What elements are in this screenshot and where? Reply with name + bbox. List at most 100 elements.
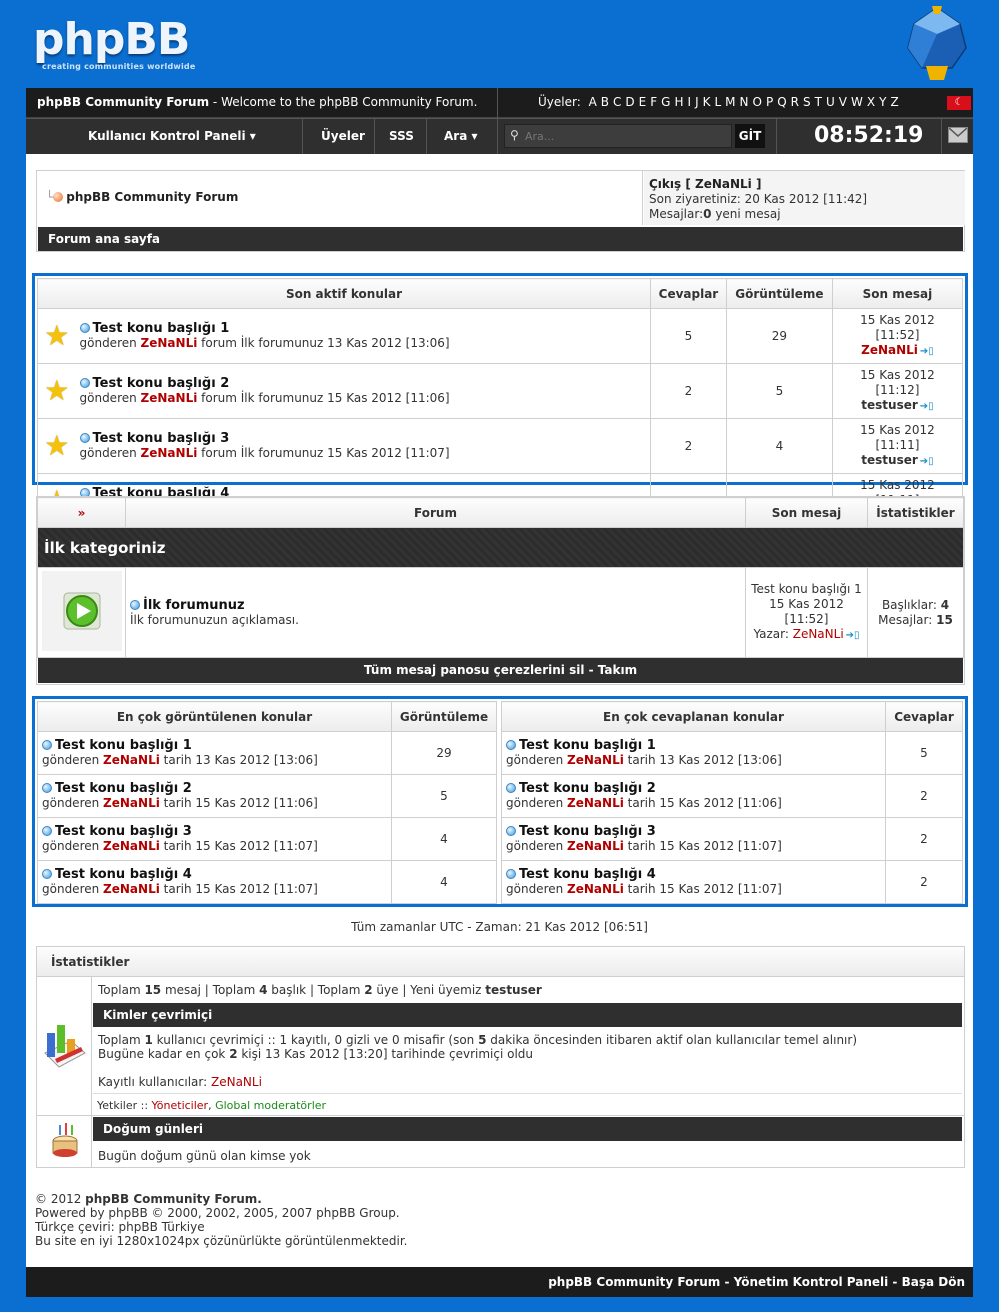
- member-letter-link[interactable]: T: [815, 95, 822, 109]
- forum-name-link[interactable]: İlk forumunuz: [143, 598, 245, 613]
- top-topic-by: gönderen: [506, 839, 568, 853]
- envelope-icon[interactable]: [948, 127, 968, 143]
- member-letter-link[interactable]: O: [753, 95, 762, 109]
- member-letter-link[interactable]: P: [766, 95, 773, 109]
- topic-status-icon: [79, 433, 90, 443]
- legend-admins-link[interactable]: Yöneticiler: [152, 1099, 209, 1112]
- member-letter-link[interactable]: Q: [777, 95, 786, 109]
- member-letter-link[interactable]: K: [703, 95, 711, 109]
- top-topic-author-link[interactable]: ZeNaNLi: [567, 753, 624, 767]
- footer-site-link[interactable]: phpBB Community Forum: [548, 1275, 720, 1289]
- newest-user-link[interactable]: testuser: [485, 983, 542, 997]
- top-topic-title-link[interactable]: Test konu başlığı 4: [519, 867, 656, 882]
- topic-info: Test konu başlığı 1 gönderen ZeNaNLi foru…: [75, 308, 651, 364]
- new-messages[interactable]: Mesajlar:0 yeni mesaj: [649, 207, 867, 222]
- top-topic-title-link[interactable]: Test konu başlığı 2: [55, 781, 192, 796]
- topic-replies: 2: [649, 363, 727, 419]
- topic-last-user-link[interactable]: testuser: [861, 398, 918, 412]
- top-topic-author-link[interactable]: ZeNaNLi: [103, 839, 160, 853]
- top-topic-title-link[interactable]: Test konu başlığı 1: [55, 738, 192, 753]
- legend-mods-link[interactable]: Global moderatörler: [215, 1099, 326, 1112]
- member-letter-link[interactable]: U: [826, 95, 835, 109]
- topic-title-link[interactable]: Test konu başlığı 2: [93, 376, 230, 391]
- member-letter-link[interactable]: Z: [890, 95, 898, 109]
- member-letter-link[interactable]: L: [714, 95, 721, 109]
- top-topic-info: Test konu başlığı 1 gönderen ZeNaNLi tari…: [37, 731, 392, 775]
- member-letter-link[interactable]: I: [688, 95, 692, 109]
- top-topic-title-link[interactable]: Test konu başlığı 4: [55, 867, 192, 882]
- goto-last-post-icon[interactable]: ➔▯: [920, 399, 934, 414]
- member-letter-link[interactable]: E: [639, 95, 647, 109]
- turkish-flag-icon[interactable]: ☾: [947, 96, 971, 110]
- topic-author-link[interactable]: ZeNaNLi: [141, 446, 198, 460]
- top-topic-author-link[interactable]: ZeNaNLi: [567, 839, 624, 853]
- welcome-text: - Welcome to the phpBB Community Forum.: [209, 95, 478, 109]
- registered-user-link[interactable]: ZeNaNLi: [211, 1075, 262, 1089]
- search-menu[interactable]: Ara ▾: [444, 129, 478, 143]
- topic-title-link[interactable]: Test konu başlığı 3: [93, 431, 230, 446]
- topic-last-user-link[interactable]: testuser: [861, 453, 918, 467]
- totals: Toplam 15 mesaj | Toplam 4 başlık | Topl…: [98, 983, 542, 997]
- goto-last-post-icon[interactable]: ➔▯: [920, 344, 934, 359]
- top-topic-title-link[interactable]: Test konu başlığı 3: [519, 824, 656, 839]
- member-letter-link[interactable]: S: [803, 95, 811, 109]
- member-letter-link[interactable]: V: [839, 95, 847, 109]
- top-topic-date: tarih 15 Kas 2012 [11:06]: [623, 796, 782, 810]
- top-topic-by: gönderen: [506, 882, 568, 896]
- top-topic-author-link[interactable]: ZeNaNLi: [567, 796, 624, 810]
- footer-acp-link[interactable]: Yönetim Kontrol Paneli: [734, 1275, 889, 1289]
- member-letter-link[interactable]: R: [791, 95, 799, 109]
- forum-last-title-link[interactable]: Test konu başlığı 1: [750, 582, 863, 597]
- ucp-menu[interactable]: Kullanıcı Kontrol Paneli ▾: [88, 129, 256, 143]
- topic-author-link[interactable]: ZeNaNLi: [141, 391, 198, 405]
- top-topic-by: gönderen: [506, 753, 568, 767]
- top-topic-title-link[interactable]: Test konu başlığı 3: [55, 824, 192, 839]
- members-link[interactable]: Üyeler: [321, 129, 365, 143]
- topic-last-user-link[interactable]: ZeNaNLi: [861, 343, 918, 357]
- search-menu-label: Ara: [444, 129, 468, 143]
- breadcrumb-site-link[interactable]: phpBB Community Forum: [66, 190, 238, 204]
- topic-status-icon: [42, 826, 52, 836]
- topic-author-link[interactable]: ZeNaNLi: [141, 336, 198, 350]
- member-letter-link[interactable]: N: [740, 95, 749, 109]
- search-input[interactable]: [525, 127, 725, 145]
- site-title-link[interactable]: phpBB Community Forum: [37, 95, 209, 109]
- member-letter-link[interactable]: J: [695, 95, 699, 109]
- top-topic-title-link[interactable]: Test konu başlığı 2: [519, 781, 656, 796]
- forum-index-link[interactable]: Forum ana sayfa: [38, 227, 963, 251]
- top-topic-title-link[interactable]: Test konu başlığı 1: [519, 738, 656, 753]
- member-letter-link[interactable]: A: [589, 95, 597, 109]
- member-letter-link[interactable]: C: [613, 95, 621, 109]
- phpbb-logo[interactable]: phpBB: [33, 14, 190, 65]
- member-letter-link[interactable]: G: [661, 95, 670, 109]
- category-title[interactable]: İlk kategoriniz: [37, 527, 964, 568]
- col-forum-last-post: Son mesaj: [745, 497, 868, 528]
- forum-last-user-link[interactable]: ZeNaNLi: [793, 627, 844, 641]
- member-letter-link[interactable]: X: [867, 95, 875, 109]
- member-letter-link[interactable]: M: [725, 95, 735, 109]
- delete-cookies-team-links[interactable]: Tüm mesaj panosu çerezlerini sil - Takım: [38, 658, 963, 683]
- faq-link[interactable]: SSS: [389, 129, 414, 143]
- online-details: Toplam 1 kullanıcı çevrimiçi :: 1 kayıtl…: [98, 1033, 857, 1089]
- top-topic-author-link[interactable]: ZeNaNLi: [103, 882, 160, 896]
- member-letter-link[interactable]: B: [601, 95, 609, 109]
- goto-last-post-icon[interactable]: ➔▯: [920, 454, 934, 469]
- top-topic-author-link[interactable]: ZeNaNLi: [103, 796, 160, 810]
- logout-link[interactable]: Çıkış [ ZeNaNLi ]: [649, 177, 867, 192]
- member-letter-link[interactable]: Y: [879, 95, 886, 109]
- topic-title-link[interactable]: Test konu başlığı 1: [93, 321, 230, 336]
- copyright-site: phpBB Community Forum.: [85, 1192, 262, 1206]
- footer-sep-1: -: [720, 1275, 734, 1289]
- goto-last-post-icon[interactable]: ➔▯: [846, 628, 860, 643]
- top-topic-author-link[interactable]: ZeNaNLi: [567, 882, 624, 896]
- who-is-online-title[interactable]: Kimler çevrimiçi: [93, 1003, 962, 1027]
- top-topic-author-link[interactable]: ZeNaNLi: [103, 753, 160, 767]
- member-letter-link[interactable]: H: [674, 95, 683, 109]
- member-letter-link[interactable]: D: [625, 95, 634, 109]
- member-letter-link[interactable]: F: [650, 95, 657, 109]
- user-info: Çıkış [ ZeNaNLi ] Son ziyaretiniz: 20 Ka…: [649, 177, 867, 222]
- member-letter-link[interactable]: W: [851, 95, 863, 109]
- footer-top-link[interactable]: Başa Dön: [902, 1275, 965, 1289]
- search-go-button[interactable]: GİT: [735, 124, 765, 148]
- top-topic-row: Test konu başlığı 2 gönderen ZeNaNLi tari…: [37, 774, 497, 818]
